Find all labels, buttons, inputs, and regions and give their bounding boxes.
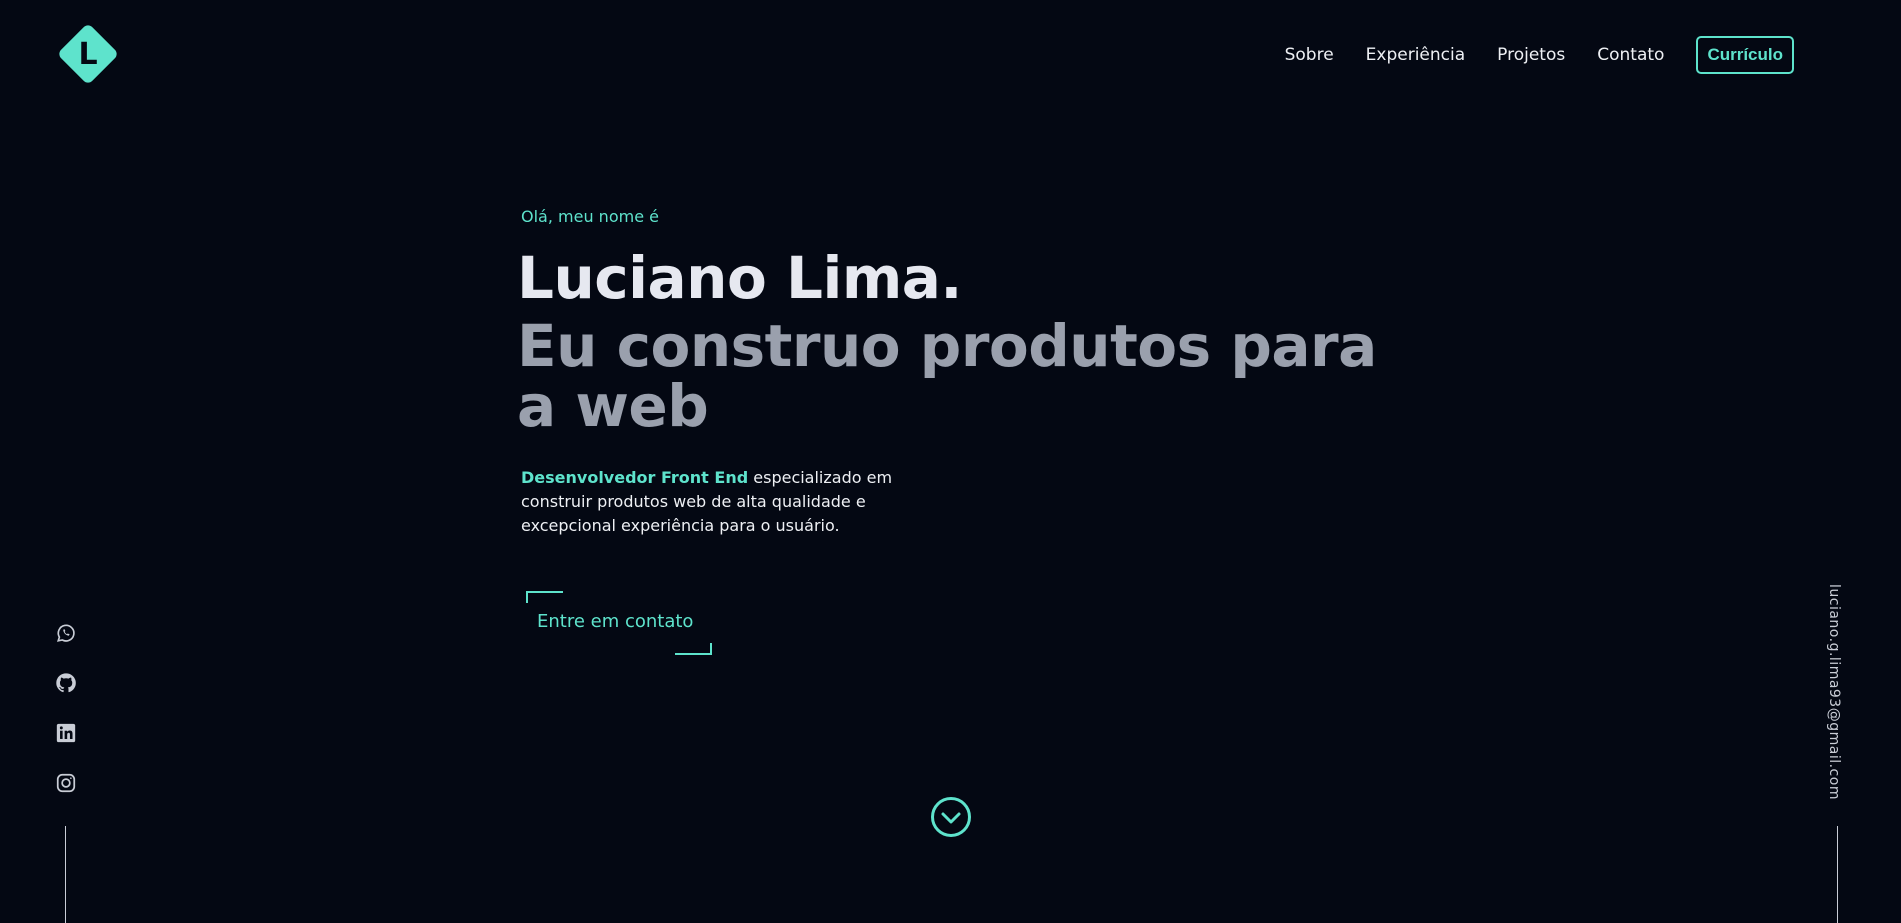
contact-cta-button[interactable]: Entre em contato <box>526 591 712 655</box>
nav-link-contato[interactable]: Contato <box>1597 45 1664 65</box>
hero-section: Olá, meu nome é Luciano Lima. Eu constru… <box>517 207 1417 538</box>
hero-description-highlight: Desenvolvedor Front End <box>521 468 749 487</box>
whatsapp-icon[interactable] <box>54 622 78 644</box>
nav-link-experiencia[interactable]: Experiência <box>1366 45 1466 65</box>
cta-corner-bottom-right <box>675 643 712 655</box>
resume-button[interactable]: Currículo <box>1696 36 1794 74</box>
linkedin-icon[interactable] <box>54 722 78 744</box>
right-divider-line <box>1837 826 1838 923</box>
hero-tagline: Eu construo produtos para a web <box>517 312 1377 440</box>
contact-cta-label: Entre em contato <box>537 611 694 632</box>
email-link[interactable]: luciano.g.lima93@gmail.com <box>1826 584 1842 800</box>
logo[interactable]: L <box>56 22 120 86</box>
hero-description: Desenvolvedor Front End especializado em… <box>521 466 901 538</box>
hero-name: Luciano Lima. <box>517 244 962 312</box>
instagram-icon[interactable] <box>54 772 78 794</box>
nav-link-sobre[interactable]: Sobre <box>1285 45 1334 65</box>
social-links <box>54 622 78 794</box>
github-icon[interactable] <box>54 672 78 694</box>
nav-link-projetos[interactable]: Projetos <box>1497 45 1565 65</box>
page: L Sobre Experiência Projetos Contato Cur… <box>0 0 1901 923</box>
main-nav: Sobre Experiência Projetos Contato Currí… <box>1285 36 1794 74</box>
cta-corner-top-left <box>526 591 563 603</box>
hero-greeting: Olá, meu nome é <box>521 207 659 226</box>
left-divider-line <box>65 826 66 923</box>
logo-letter: L <box>78 36 98 72</box>
chevron-down-circle-icon[interactable] <box>930 796 972 838</box>
